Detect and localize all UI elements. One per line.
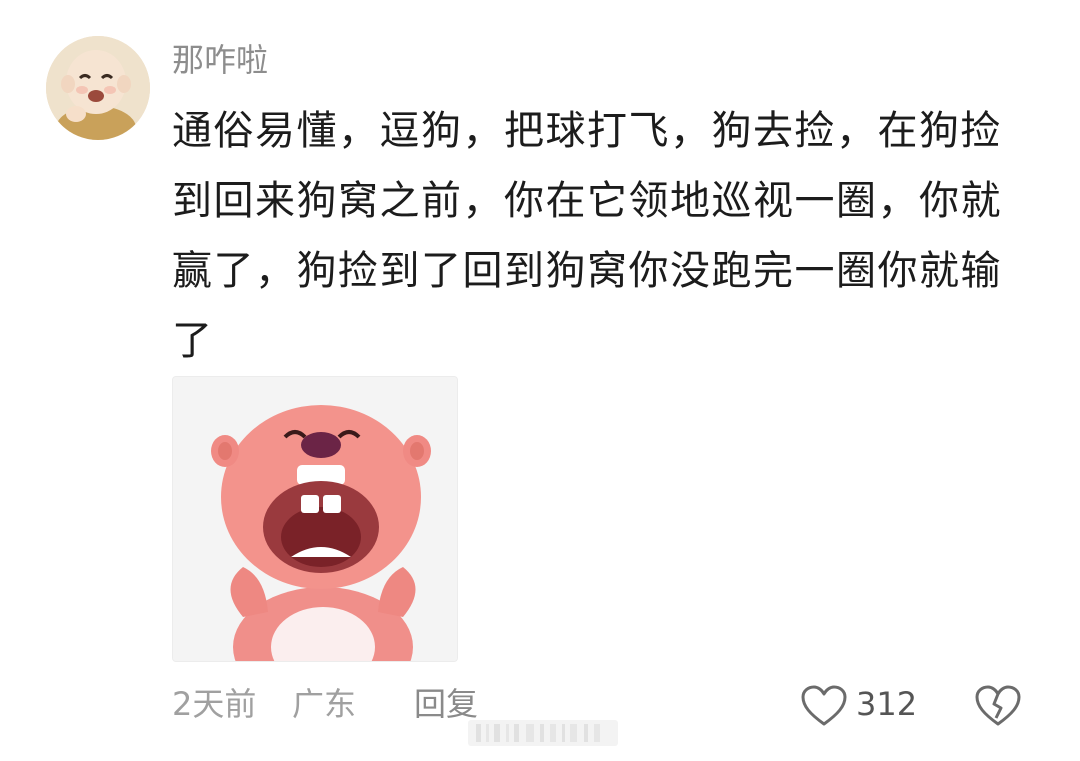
comment-text: 通俗易懂，逗狗，把球打飞，狗去捡，在狗捡 到回来狗窝之前，你在它领地巡视一圈，你… xyxy=(172,96,1032,376)
baby-avatar-icon xyxy=(46,36,150,140)
pink-beaver-sticker-icon xyxy=(173,377,457,661)
comment-time: 2天前 xyxy=(172,685,257,723)
username[interactable]: 那咋啦 xyxy=(172,38,268,82)
heart-like-icon[interactable] xyxy=(800,684,848,728)
comment-line: 到回来狗窝之前，你在它领地巡视一圈，你就 xyxy=(172,178,1002,224)
like-count: 312 xyxy=(856,685,918,723)
comment-line: 了 xyxy=(172,318,214,364)
broken-heart-dislike-icon[interactable] xyxy=(974,684,1022,728)
comment-line: 通俗易懂，逗狗，把球打飞，狗去捡，在狗捡 xyxy=(172,108,1002,154)
comment-location: 广东 xyxy=(292,685,357,723)
comment-sticker-image[interactable] xyxy=(172,376,458,662)
user-avatar[interactable] xyxy=(46,36,150,140)
watermark-bars-icon xyxy=(468,720,618,746)
comment-line: 赢了，狗捡到了回到狗窝你没跑完一圈你就输 xyxy=(172,248,1002,294)
